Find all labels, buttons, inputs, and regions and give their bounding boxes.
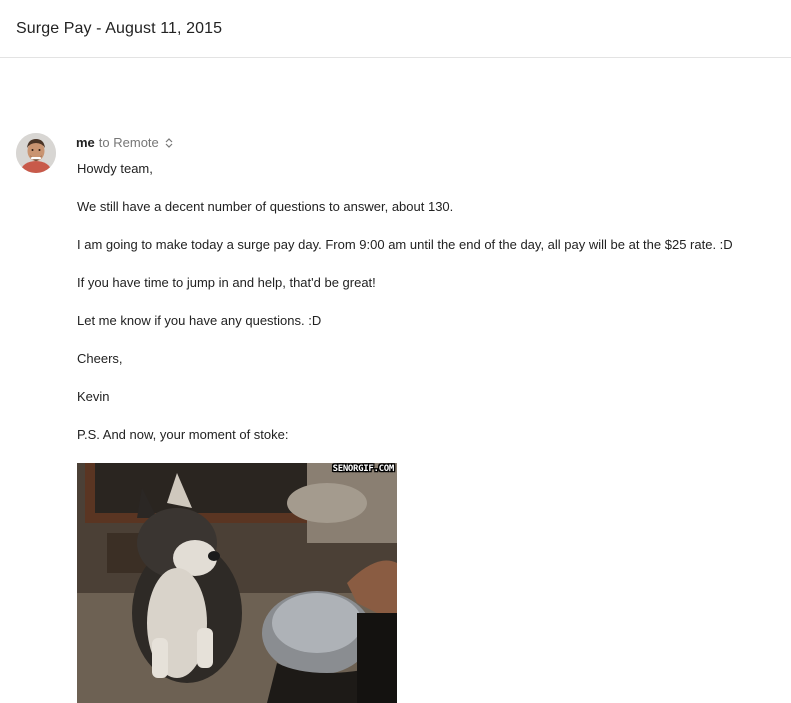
- paragraph: If you have time to jump in and help, th…: [77, 275, 376, 290]
- paragraph: I am going to make today a surge pay day…: [77, 237, 733, 252]
- sender-line: me to Remote: [76, 135, 173, 151]
- paragraph-signature: Kevin: [77, 389, 110, 404]
- email-header: Surge Pay - August 11, 2015: [0, 0, 791, 58]
- embedded-gif-image[interactable]: SENORGIF.COM: [77, 463, 397, 703]
- recipient-label: to Remote: [98, 135, 159, 150]
- sender-name: me: [76, 135, 95, 150]
- chevron-updown-icon[interactable]: [165, 137, 173, 149]
- paragraph-greeting: Howdy team,: [77, 161, 153, 176]
- paragraph: We still have a decent number of questio…: [77, 199, 454, 214]
- gif-watermark: SENORGIF.COM: [333, 464, 395, 474]
- email-subject: Surge Pay - August 11, 2015: [16, 19, 223, 37]
- avatar[interactable]: [16, 133, 56, 173]
- paragraph-ps: P.S. And now, your moment of stoke:: [77, 427, 289, 442]
- paragraph: Let me know if you have any questions. :…: [77, 313, 322, 328]
- paragraph-signoff: Cheers,: [77, 351, 123, 366]
